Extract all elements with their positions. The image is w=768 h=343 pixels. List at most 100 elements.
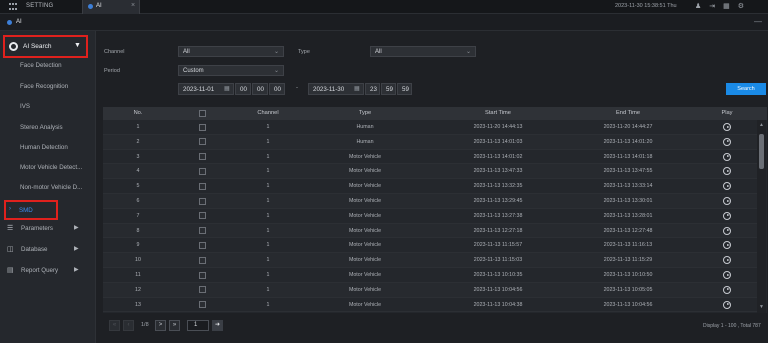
table-row[interactable]: 13 1 Motor Vehicle 2023-11-13 10:04:38 2023-…	[103, 298, 758, 313]
last-page-button[interactable]: »	[169, 320, 180, 331]
sidebar-item-face-recognition[interactable]: Face Recognition	[20, 83, 92, 90]
sidebar-item-ai-search[interactable]: AI Search ▼	[3, 35, 88, 58]
table-row[interactable]: 6 1 Motor Vehicle 2023-11-13 13:29:45 2023-1…	[103, 194, 758, 209]
table-row[interactable]: 5 1 Motor Vehicle 2023-11-13 13:32:35 2023-1…	[103, 179, 758, 194]
start-second-input[interactable]: 00	[269, 83, 285, 95]
user-icon[interactable]: ♟	[695, 2, 701, 12]
sidebar-item-non-motor-vehicle[interactable]: Non-motor Vehicle D...	[20, 184, 92, 191]
minimize-button[interactable]: —	[754, 17, 762, 26]
play-icon[interactable]	[723, 167, 731, 176]
table-row[interactable]: 2 1 Human 2023-11-13 14:01:03 2023-11-13 14:…	[103, 134, 758, 150]
cell-end-time: 2023-11-13 11:16:13	[603, 242, 653, 249]
table-row[interactable]: 3 1 Motor Vehicle 2023-11-13 14:01:02 2023-1…	[103, 150, 758, 165]
play-icon[interactable]	[723, 241, 731, 250]
row-checkbox[interactable]	[199, 123, 206, 131]
cell-no: 8	[136, 227, 140, 234]
sidebar-group-report-query[interactable]: ▤ Report Query ▶	[7, 266, 93, 276]
cell-type: Motor Vehicle	[348, 198, 382, 204]
row-checkbox[interactable]	[199, 197, 206, 205]
calendar-icon[interactable]: ▦	[224, 85, 230, 92]
table-row[interactable]: 1 1 Human 2023-11-20 14:44:13 2023-11-20 14:…	[103, 120, 758, 135]
sidebar-item-motor-vehicle[interactable]: Motor Vehicle Detect...	[20, 164, 92, 171]
grid-icon[interactable]: ▦	[723, 2, 730, 12]
row-checkbox[interactable]	[199, 301, 206, 309]
row-checkbox[interactable]	[199, 167, 206, 175]
cell-channel: 1	[266, 168, 270, 175]
sidebar-item-face-detection[interactable]: Face Detection	[20, 62, 92, 69]
vertical-scrollbar[interactable]: ▲ ▼	[757, 120, 766, 313]
sidebar-item-stereo-analysis[interactable]: Stereo Analysis	[20, 124, 92, 131]
go-page-button[interactable]: ➜	[212, 320, 223, 331]
sidebar-group-parameters[interactable]: ☰ Parameters ▶	[7, 224, 93, 234]
play-icon[interactable]	[723, 271, 731, 279]
row-checkbox[interactable]	[199, 286, 206, 294]
cell-start-time: 2023-11-13 13:29:45	[473, 198, 523, 204]
table-row[interactable]: 8 1 Motor Vehicle 2023-11-13 12:27:18 2023-1…	[103, 223, 758, 239]
table-row[interactable]: 10 1 Motor Vehicle 2023-11-13 11:15:03 2023-…	[103, 253, 758, 268]
row-checkbox[interactable]	[199, 271, 206, 279]
start-hour-input[interactable]: 00	[235, 83, 251, 95]
sidebar-item-human-detection[interactable]: Human Detection	[20, 144, 92, 151]
prev-page-button[interactable]: ‹	[123, 320, 134, 331]
cell-type: Motor Vehicle	[348, 227, 382, 234]
settings-icon[interactable]: ⚙	[738, 2, 744, 12]
cell-end-time: 2023-11-13 11:15:29	[603, 257, 653, 264]
play-icon[interactable]	[723, 211, 731, 220]
scroll-up-icon[interactable]: ▲	[759, 122, 764, 128]
search-button[interactable]: Search	[726, 83, 766, 95]
row-checkbox[interactable]	[199, 256, 206, 264]
cell-start-time: 2023-11-13 12:27:18	[473, 227, 523, 234]
scroll-down-icon[interactable]: ▼	[759, 304, 764, 310]
sidebar-item-ivs[interactable]: IVS	[20, 103, 92, 110]
play-icon[interactable]	[723, 285, 731, 294]
row-checkbox[interactable]	[199, 138, 206, 146]
calendar-icon[interactable]: ▦	[354, 85, 360, 92]
close-icon[interactable]: ×	[131, 2, 135, 9]
play-icon[interactable]	[723, 182, 731, 191]
cell-start-time: 2023-11-13 10:04:56	[473, 286, 523, 293]
breadcrumb: AI —	[0, 14, 768, 31]
play-icon[interactable]	[723, 256, 731, 265]
end-minute-input[interactable]: 59	[381, 83, 396, 95]
play-icon[interactable]	[723, 152, 731, 161]
channel-select[interactable]: All ⌄	[178, 46, 284, 57]
page-number-input[interactable]: 1	[187, 320, 209, 331]
select-all-checkbox[interactable]	[199, 110, 206, 117]
chevron-down-icon: ⌄	[273, 68, 279, 74]
first-page-button[interactable]: «	[109, 320, 120, 331]
tab-label: AI	[96, 3, 102, 9]
table-row[interactable]: 7 1 Motor Vehicle 2023-11-13 13:27:38 2023-1…	[103, 209, 758, 224]
row-checkbox[interactable]	[199, 227, 206, 235]
cell-end-time: 2023-11-13 14:01:20	[603, 138, 653, 145]
sidebar-item-smd[interactable]: › SMD	[4, 200, 58, 220]
tab-ai[interactable]: AI ×	[82, 0, 140, 14]
next-page-button[interactable]: >	[155, 320, 166, 331]
table-row[interactable]: 4 1 Motor Vehicle 2023-11-13 13:47:33 2023-1…	[103, 164, 758, 180]
row-checkbox[interactable]	[199, 182, 206, 190]
row-checkbox[interactable]	[199, 241, 206, 249]
sidebar-group-database[interactable]: ◫ Database ▶	[7, 245, 93, 255]
period-select[interactable]: Custom ⌄	[178, 65, 284, 76]
cell-channel: 1	[266, 242, 270, 249]
play-icon[interactable]	[723, 137, 731, 146]
play-icon[interactable]	[723, 197, 731, 205]
table-row[interactable]: 12 1 Motor Vehicle 2023-11-13 10:04:56 2023-…	[103, 282, 758, 298]
play-icon[interactable]	[723, 226, 731, 235]
cell-no: 4	[136, 168, 140, 175]
play-icon[interactable]	[723, 123, 731, 131]
start-minute-input[interactable]: 00	[252, 83, 268, 95]
end-hour-input[interactable]: 23	[365, 83, 380, 95]
logout-icon[interactable]: ⇥	[709, 2, 715, 12]
cell-start-time: 2023-11-13 13:47:33	[473, 168, 523, 175]
cell-no: 5	[136, 183, 140, 190]
table-row[interactable]: 11 1 Motor Vehicle 2023-11-13 10:10:35 2023-…	[103, 268, 758, 283]
play-icon[interactable]	[723, 300, 731, 309]
main-menu-icon[interactable]	[9, 3, 18, 11]
type-select[interactable]: All ⌄	[370, 46, 476, 57]
row-checkbox[interactable]	[199, 153, 206, 161]
scroll-thumb[interactable]	[759, 134, 764, 169]
table-row[interactable]: 9 1 Motor Vehicle 2023-11-13 11:15:57 2023-1…	[103, 238, 758, 254]
end-second-input[interactable]: 59	[397, 83, 412, 95]
row-checkbox[interactable]	[199, 212, 206, 220]
cell-type: Motor Vehicle	[348, 242, 382, 249]
